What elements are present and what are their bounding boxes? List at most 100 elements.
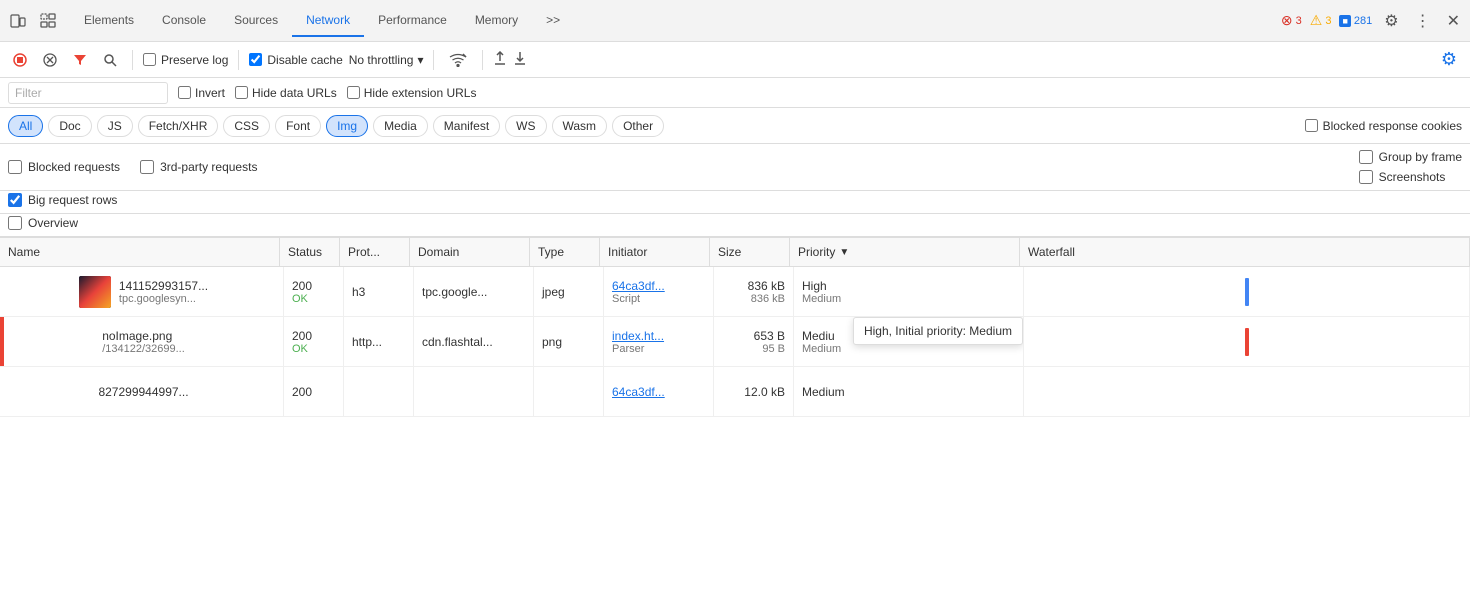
col-header-domain[interactable]: Domain (410, 238, 530, 266)
type-media[interactable]: Media (373, 115, 428, 137)
row1-priority-sub: Medium (802, 293, 1015, 305)
type-ws[interactable]: WS (505, 115, 546, 137)
table-row[interactable]: 827299944997... 200 64ca3df... 12.0 kB M… (0, 367, 1470, 417)
row1-name-sub: tpc.googlesyn... (119, 293, 208, 305)
hide-extension-urls-checkbox[interactable] (347, 86, 360, 99)
col-header-name[interactable]: Name (0, 238, 280, 266)
invert-label[interactable]: Invert (178, 86, 225, 100)
tab-performance[interactable]: Performance (364, 5, 461, 37)
stop-button[interactable] (8, 50, 32, 70)
priority-sort-arrow: ▼ (839, 247, 849, 258)
row3-initiator-link[interactable]: 64ca3df... (612, 385, 705, 399)
row1-status-code: 200 (292, 279, 335, 293)
cell-size-3: 12.0 kB (714, 367, 794, 416)
tab-console[interactable]: Console (148, 5, 220, 37)
col-header-status[interactable]: Status (280, 238, 340, 266)
big-rows-checkbox[interactable] (8, 193, 22, 207)
filter-row: Invert Hide data URLs Hide extension URL… (0, 78, 1470, 108)
cell-domain-2: cdn.flashtal... (414, 317, 534, 366)
type-css[interactable]: CSS (223, 115, 270, 137)
row1-name-main: 141152993157... (119, 279, 208, 293)
blocked-cookies-label[interactable]: Blocked response cookies (1305, 119, 1462, 133)
wifi-icon[interactable] (444, 50, 472, 70)
type-all[interactable]: All (8, 115, 43, 137)
col-header-size[interactable]: Size (710, 238, 790, 266)
cell-domain-3 (414, 367, 534, 416)
row2-status-code: 200 (292, 329, 335, 343)
tab-elements[interactable]: Elements (70, 5, 148, 37)
overview-checkbox[interactable] (8, 216, 22, 230)
disable-cache-checkbox[interactable] (249, 53, 262, 66)
third-party-checkbox[interactable] (140, 160, 154, 174)
filter-input[interactable] (8, 82, 168, 104)
device-toolbar-icon[interactable] (6, 9, 30, 33)
toolbar-separator-4 (482, 50, 483, 70)
throttle-selector[interactable]: No throttling ▾ (349, 53, 424, 67)
toolbar-separator-2 (238, 50, 239, 70)
tab-memory[interactable]: Memory (461, 5, 532, 37)
table-row[interactable]: 141152993157... tpc.googlesyn... 200 OK … (0, 267, 1470, 317)
hide-extension-urls-label[interactable]: Hide extension URLs (347, 86, 477, 100)
screenshots-checkbox[interactable] (1359, 170, 1373, 184)
tab-more[interactable]: >> (532, 5, 574, 37)
col-header-initiator[interactable]: Initiator (600, 238, 710, 266)
screenshots-option[interactable]: Screenshots (1359, 170, 1462, 184)
table-row[interactable]: noImage.png /134122/32699... 200 OK http… (0, 317, 1470, 367)
row2-size-main: 653 B (754, 329, 785, 343)
blocked-cookies-checkbox[interactable] (1305, 119, 1318, 132)
cell-waterfall-3 (1024, 367, 1470, 416)
blocked-requests-option[interactable]: Blocked requests (8, 160, 120, 174)
tab-right-controls: ⊗ 3 ⚠ 3 ■ 281 ⚙ ⋮ ✕ (1281, 7, 1464, 35)
type-filter-row: All Doc JS Fetch/XHR CSS Font Img Media … (0, 108, 1470, 144)
col-header-protocol[interactable]: Prot... (340, 238, 410, 266)
hide-data-urls-label[interactable]: Hide data URLs (235, 86, 337, 100)
search-button[interactable] (98, 50, 122, 70)
settings-button[interactable]: ⚙ (1380, 7, 1402, 35)
type-js[interactable]: JS (97, 115, 133, 137)
type-other[interactable]: Other (612, 115, 664, 137)
preserve-log-checkbox[interactable] (143, 53, 156, 66)
clear-button[interactable] (38, 50, 62, 70)
big-rows-option[interactable]: Big request rows (8, 193, 117, 207)
download-button[interactable] (513, 51, 527, 68)
row1-priority-main: High (802, 279, 1015, 293)
row1-initiator-type: Script (612, 293, 705, 305)
type-doc[interactable]: Doc (48, 115, 91, 137)
type-wasm[interactable]: Wasm (552, 115, 608, 137)
type-fetchxhr[interactable]: Fetch/XHR (138, 115, 219, 137)
col-header-type[interactable]: Type (530, 238, 600, 266)
overview-option[interactable]: Overview (8, 216, 78, 230)
type-img[interactable]: Img (326, 115, 368, 137)
disable-cache-label[interactable]: Disable cache (249, 53, 342, 67)
invert-checkbox[interactable] (178, 86, 191, 99)
cell-priority-3: Medium (794, 367, 1024, 416)
col-header-priority[interactable]: Priority ▼ (790, 238, 1020, 266)
blocked-requests-checkbox[interactable] (8, 160, 22, 174)
settings-gear-button[interactable]: ⚙ (1436, 46, 1462, 73)
third-party-option[interactable]: 3rd-party requests (140, 160, 257, 174)
row3-name-main: 827299944997... (98, 385, 188, 399)
group-by-frame-checkbox[interactable] (1359, 150, 1373, 164)
upload-button[interactable] (493, 51, 507, 68)
row2-initiator-link[interactable]: index.ht... (612, 329, 705, 343)
preserve-log-label[interactable]: Preserve log (143, 53, 228, 67)
col-header-waterfall[interactable]: Waterfall (1020, 238, 1470, 266)
cell-protocol-1: h3 (344, 267, 414, 316)
throttle-dropdown-arrow: ▾ (417, 53, 423, 67)
row1-initiator-link[interactable]: 64ca3df... (612, 279, 705, 293)
inspect-icon[interactable] (36, 9, 60, 33)
more-options-button[interactable]: ⋮ (1411, 7, 1435, 35)
type-manifest[interactable]: Manifest (433, 115, 500, 137)
cell-status-3: 200 (284, 367, 344, 416)
tab-sources[interactable]: Sources (220, 5, 292, 37)
hide-data-urls-checkbox[interactable] (235, 86, 248, 99)
cell-size-2: 653 B 95 B (714, 317, 794, 366)
filter-button[interactable] (68, 50, 92, 70)
group-by-frame-option[interactable]: Group by frame (1359, 150, 1462, 164)
tab-network[interactable]: Network (292, 5, 364, 37)
type-font[interactable]: Font (275, 115, 321, 137)
table-body: 141152993157... tpc.googlesyn... 200 OK … (0, 267, 1470, 417)
cell-name-3: 827299944997... (4, 367, 284, 416)
cell-waterfall-2 (1024, 317, 1470, 366)
close-button[interactable]: ✕ (1443, 7, 1464, 35)
